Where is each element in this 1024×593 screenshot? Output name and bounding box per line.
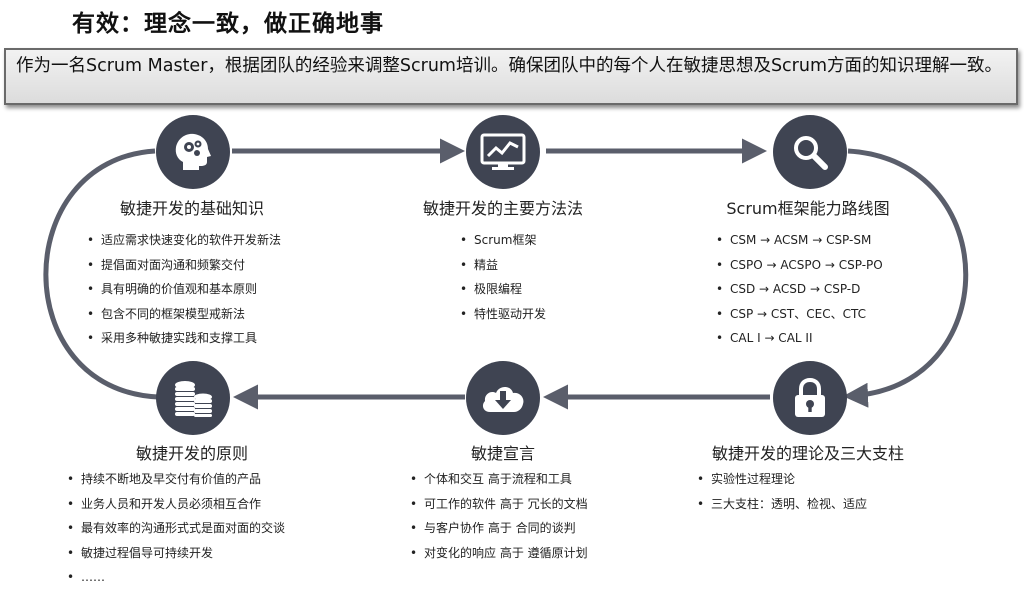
heading-manifesto: 敏捷宣言 xyxy=(470,444,536,463)
heading-basics: 敏捷开发的基础知识 xyxy=(119,199,265,218)
node-theory xyxy=(773,361,847,435)
list-item: CSPO → ACSPO → CSP-PO xyxy=(716,256,883,281)
head-gears-icon xyxy=(169,128,217,176)
heading-principles: 敏捷开发的原则 xyxy=(135,444,249,463)
list-item: 精益 xyxy=(460,256,546,281)
list-item: CSP → CST、CEC、CTC xyxy=(716,305,883,330)
node-roadmap xyxy=(773,115,847,189)
list-item: 可工作的软件 高于 冗长的文档 xyxy=(410,495,588,520)
list-item: 采用多种敏捷实践和支撑工具 xyxy=(87,329,281,354)
list-principles: 持续不断地及早交付有价值的产品 业务人员和开发人员必须相互合作 最有效率的沟通形… xyxy=(67,470,285,593)
list-methods: Scrum框架 精益 极限编程 特性驱动开发 xyxy=(460,231,546,329)
search-icon xyxy=(790,132,830,172)
list-item: CAL I → CAL II xyxy=(716,329,883,354)
list-item: 个体和交互 高于流程和工具 xyxy=(410,470,588,495)
list-item: …… xyxy=(67,568,285,593)
list-item: 极限编程 xyxy=(460,280,546,305)
cloud-download-icon xyxy=(478,378,528,418)
list-item: CSD → ACSD → CSP-D xyxy=(716,280,883,305)
coins-icon xyxy=(170,377,216,419)
list-theory: 实验性过程理论 三大支柱：透明、检视、适应 xyxy=(697,470,867,519)
list-item: 对变化的响应 高于 遵循原计划 xyxy=(410,544,588,569)
list-item: 与客户协作 高于 合同的谈判 xyxy=(410,519,588,544)
node-principles xyxy=(156,361,230,435)
list-item: 具有明确的价值观和基本原则 xyxy=(87,280,281,305)
list-item: 提倡面对面沟通和频繁交付 xyxy=(87,256,281,281)
list-item: 持续不断地及早交付有价值的产品 xyxy=(67,470,285,495)
node-methods xyxy=(466,115,540,189)
list-item: 业务人员和开发人员必须相互合作 xyxy=(67,495,285,520)
list-item: Scrum框架 xyxy=(460,231,546,256)
node-basics xyxy=(156,115,230,189)
list-item: 特性驱动开发 xyxy=(460,305,546,330)
list-item: CSM → ACSM → CSP-SM xyxy=(716,231,883,256)
list-item: 实验性过程理论 xyxy=(697,470,867,495)
node-manifesto xyxy=(466,361,540,435)
list-item: 适应需求快速变化的软件开发新法 xyxy=(87,231,281,256)
heading-theory: 敏捷开发的理论及三大支柱 xyxy=(711,444,905,463)
list-item: 敏捷过程倡导可持续开发 xyxy=(67,544,285,569)
heading-methods: 敏捷开发的主要方法法 xyxy=(422,199,584,218)
list-item: 三大支柱：透明、检视、适应 xyxy=(697,495,867,520)
list-roadmap: CSM → ACSM → CSP-SM CSPO → ACSPO → CSP-P… xyxy=(716,231,883,354)
list-item: 包含不同的框架模型戒新法 xyxy=(87,305,281,330)
list-manifesto: 个体和交互 高于流程和工具 可工作的软件 高于 冗长的文档 与客户协作 高于 合… xyxy=(410,470,588,568)
lock-icon xyxy=(790,376,830,420)
monitor-chart-icon xyxy=(480,132,526,172)
heading-roadmap: Scrum框架能力路线图 xyxy=(726,199,890,218)
list-basics: 适应需求快速变化的软件开发新法 提倡面对面沟通和频繁交付 具有明确的价值观和基本… xyxy=(87,231,281,354)
list-item: 最有效率的沟通形式式是面对面的交谈 xyxy=(67,519,285,544)
